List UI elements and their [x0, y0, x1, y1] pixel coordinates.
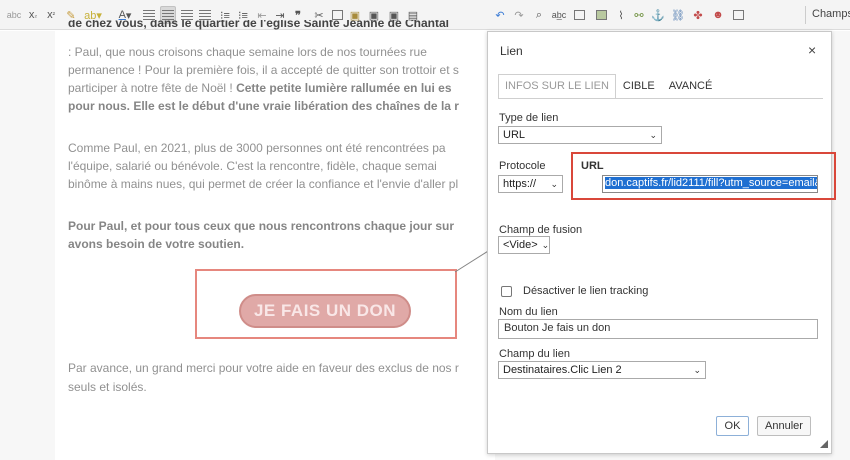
chevron-down-icon: ⌄	[693, 364, 701, 375]
protocol-select[interactable]: https:// ⌄	[498, 175, 563, 193]
merge-label: Champ de fusion	[499, 224, 583, 236]
merge-value: <Vide>	[503, 239, 538, 251]
protocol-label: Protocole	[499, 160, 546, 172]
close-icon[interactable]: ×	[808, 42, 816, 58]
tab-divider	[498, 98, 823, 99]
protocol-value: https://	[503, 178, 537, 190]
chevron-down-icon: ⌄	[649, 129, 657, 140]
ok-button[interactable]: OK	[716, 416, 749, 436]
type-label: Type de lien	[499, 112, 559, 124]
tracking-label: Désactiver le lien tracking	[523, 285, 649, 297]
chevron-down-icon: ⌄	[541, 239, 550, 250]
tab-infos[interactable]: INFOS SUR LE LIEN	[498, 74, 616, 99]
dialog-tabs: INFOS SUR LE LIEN CIBLE AVANCÉ	[498, 74, 719, 99]
tab-cible[interactable]: CIBLE	[616, 74, 662, 99]
cancel-button[interactable]: Annuler	[757, 416, 811, 436]
link-field-value: Destinataires.Clic Lien 2	[503, 364, 622, 376]
link-name-input[interactable]: Bouton Je fais un don	[498, 319, 818, 339]
resize-handle[interactable]	[820, 440, 828, 448]
type-select[interactable]: URL ⌄	[498, 126, 662, 144]
link-name-label: Nom du lien	[499, 306, 558, 318]
chevron-down-icon: ⌄	[550, 178, 558, 189]
link-field-label: Champ du lien	[499, 348, 570, 360]
tab-avance[interactable]: AVANCÉ	[662, 74, 720, 99]
url-label: URL	[581, 160, 604, 172]
url-value: don.captifs.fr/lid2111/fill?utm_source=e…	[605, 177, 817, 189]
dialog-title: Lien	[500, 44, 523, 58]
url-input[interactable]: don.captifs.fr/lid2111/fill?utm_source=e…	[602, 175, 818, 193]
type-value: URL	[503, 129, 526, 141]
merge-select[interactable]: <Vide> ⌄	[498, 236, 550, 254]
tracking-checkbox[interactable]	[501, 286, 512, 297]
link-field-select[interactable]: Destinataires.Clic Lien 2 ⌄	[498, 361, 706, 379]
